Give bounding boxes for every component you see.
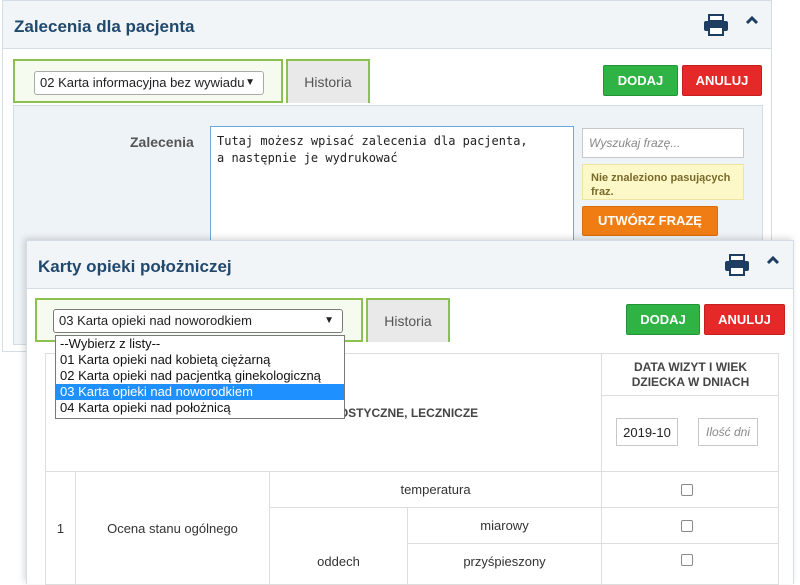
check-cell-temperatura	[602, 472, 778, 508]
cancel-button[interactable]: ANULUJ	[682, 65, 762, 96]
create-phrase-button[interactable]: UTWÓRZ FRAZĘ	[582, 206, 718, 236]
checkbox-przyspieszony[interactable]	[681, 554, 693, 566]
obstetric-care-panel-title: Karty opieki położniczej	[38, 257, 232, 276]
tab-historia[interactable]: Historia	[286, 59, 370, 103]
dropdown-option[interactable]: --Wybierz z listy--	[56, 336, 344, 352]
param-temperatura: temperatura	[270, 472, 602, 508]
add-button[interactable]: DODAJ	[626, 304, 700, 335]
collapse-chevron-icon[interactable]	[766, 253, 780, 271]
recommendations-label: Zalecenia	[130, 134, 194, 150]
cancel-button[interactable]: ANULUJ	[704, 304, 785, 335]
checkbox-temperatura[interactable]	[681, 484, 693, 496]
dropdown-option-selected[interactable]: 03 Karta opieki nad noworodkiem	[56, 384, 344, 400]
dropdown-option[interactable]: 01 Karta opieki nad kobietą ciężarną	[56, 352, 344, 368]
param-miarowy: miarowy	[408, 508, 602, 544]
select-arrow-icon: ▼	[324, 315, 334, 326]
add-button[interactable]: DODAJ	[603, 65, 678, 96]
param-oddech: oddech	[270, 508, 408, 584]
no-phrases-message: Nie znaleziono pasujących fraz.	[582, 164, 744, 200]
recommendations-textarea[interactable]: Tutaj możesz wpisać zalecenia dla pacjen…	[210, 126, 574, 246]
dropdown-option[interactable]: 02 Karta opieki nad pacjentką ginekologi…	[56, 368, 344, 384]
phrase-search-input[interactable]: Wyszukaj frazę...	[582, 128, 744, 158]
collapse-chevron-icon[interactable]	[745, 13, 759, 31]
dropdown-option[interactable]: 04 Karta opieki nad położnicą	[56, 400, 344, 416]
check-cell-przyspieszony	[602, 544, 778, 584]
row-number: 1	[46, 472, 76, 584]
table-header-date: DATA WIZYT I WIEK DZIECKA W DNIACH	[602, 354, 778, 396]
row-label: Ocena stanu ogólnego	[76, 472, 270, 584]
param-przyspieszony: przyśpieszony	[408, 544, 602, 584]
care-card-select[interactable]: 03 Karta opieki nad noworodkiem ▼	[53, 309, 343, 333]
care-card-select-value: 03 Karta opieki nad noworodkiem	[59, 313, 252, 328]
select-arrow-icon: ▼	[245, 77, 255, 88]
tab-historia[interactable]: Historia	[366, 298, 450, 342]
obstetric-care-panel: Karty opieki położniczej 03 Karta opieki…	[26, 240, 794, 585]
card-type-select[interactable]: 02 Karta informacyjna bez wywiadu ▼	[34, 71, 264, 95]
checkbox-miarowy[interactable]	[681, 520, 693, 532]
visit-date-input[interactable]: 2019-10	[616, 418, 678, 446]
care-card-dropdown-list: --Wybierz z listy-- 01 Karta opieki nad …	[55, 335, 345, 419]
obstetric-care-panel-header: Karty opieki położniczej	[27, 241, 793, 289]
recommendations-panel-header: Zalecenia dla pacjenta	[3, 1, 771, 49]
card-type-select-value: 02 Karta informacyjna bez wywiadu	[40, 75, 245, 90]
age-days-input[interactable]: Ilość dni	[698, 418, 758, 446]
recommendations-panel-title: Zalecenia dla pacjenta	[14, 17, 195, 36]
table-header-date-inputs: 2019-10 Ilość dni	[602, 396, 778, 472]
print-icon[interactable]	[724, 254, 750, 281]
check-cell-miarowy	[602, 508, 778, 544]
print-icon[interactable]	[703, 14, 729, 41]
card-select-tab: 02 Karta informacyjna bez wywiadu ▼	[13, 59, 283, 103]
